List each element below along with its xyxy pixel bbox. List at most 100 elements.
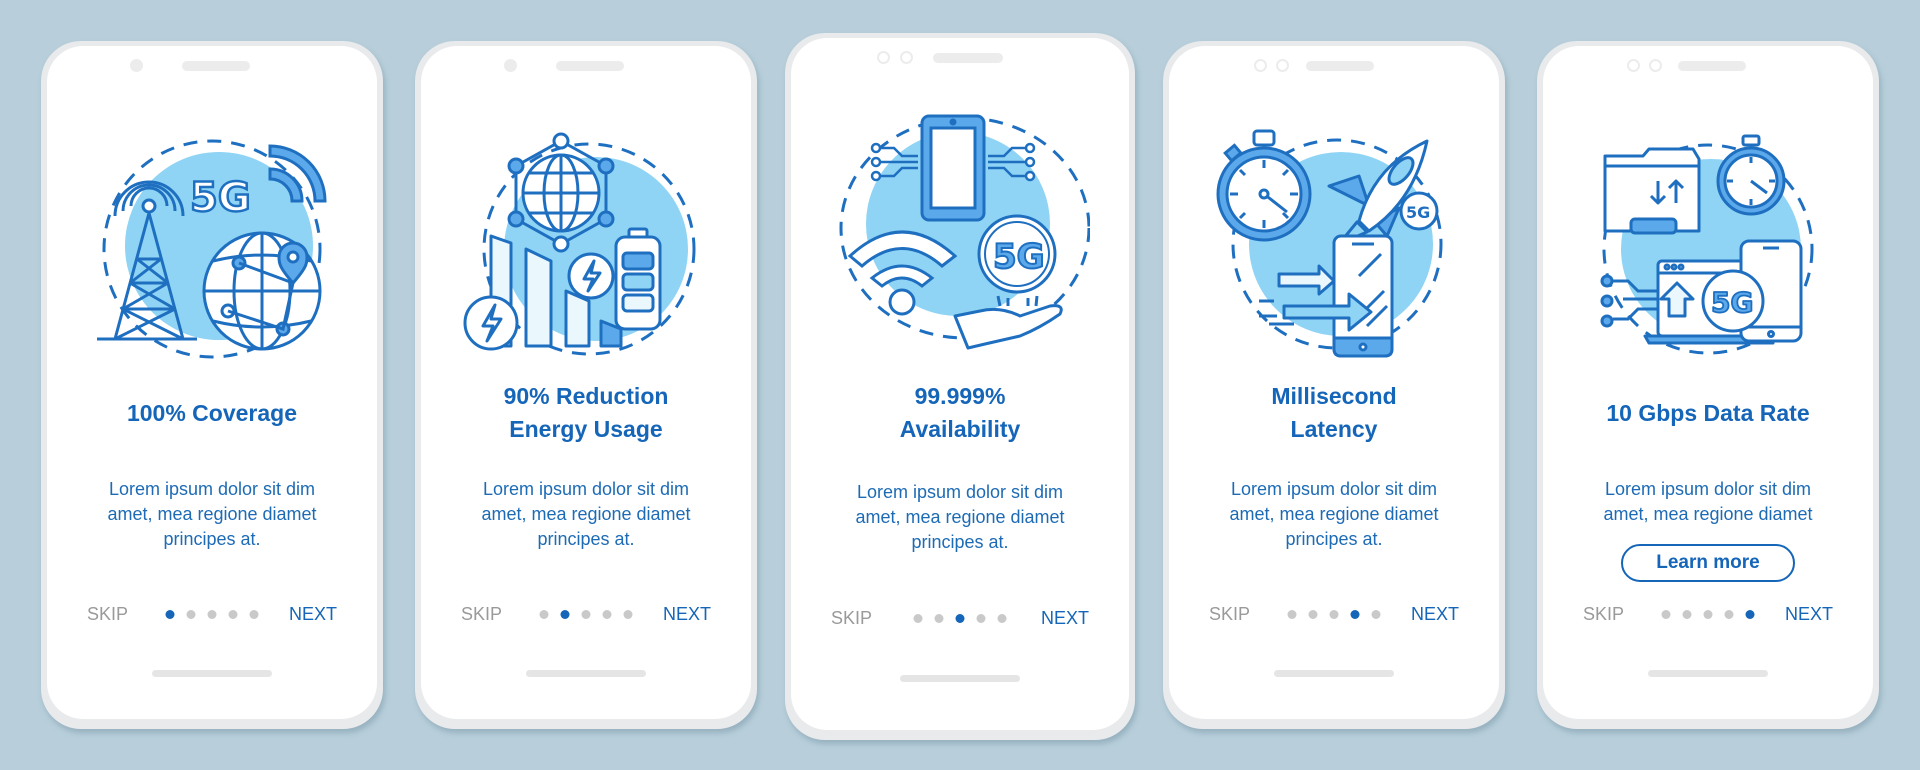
- home-indicator[interactable]: [526, 670, 646, 677]
- page-dot-4[interactable]: [1350, 610, 1360, 619]
- availability-5g-icon: 5G: [839, 114, 1090, 350]
- page-indicator: [539, 610, 633, 619]
- data-rate-transfer-icon: 5G: [1600, 134, 1814, 355]
- next-button[interactable]: NEXT: [1411, 602, 1459, 626]
- screen-title: 100% Coverage: [47, 397, 377, 430]
- battery-icon: [614, 227, 662, 331]
- camera-icon: [877, 51, 890, 64]
- 5g-badge-icon: 5G: [1399, 191, 1439, 231]
- 5g-text: 5G: [993, 237, 1045, 277]
- skip-button[interactable]: SKIP: [1209, 602, 1250, 626]
- description-line: amet, mea regione diamet: [855, 507, 1065, 527]
- description-line: Lorem ipsum dolor sit dim: [482, 479, 690, 499]
- page-dot-2[interactable]: [1682, 610, 1692, 619]
- page-dot-1[interactable]: [1661, 610, 1671, 619]
- skip-button[interactable]: SKIP: [831, 606, 872, 630]
- next-button[interactable]: NEXT: [1785, 602, 1833, 626]
- 5g-badge-icon: 5G: [977, 214, 1057, 294]
- page-dot-5[interactable]: [249, 610, 259, 619]
- page-dot-4[interactable]: [602, 610, 612, 619]
- 5g-text: 5G: [1406, 203, 1430, 222]
- skip-button[interactable]: SKIP: [87, 602, 128, 626]
- onboarding-nav: SKIP NEXT: [47, 602, 377, 626]
- 5g-text: 5G: [1711, 286, 1753, 319]
- description-line: amet, mea regione diamet: [1229, 504, 1439, 524]
- latency-stopwatch-rocket-icon: 5G: [1216, 129, 1443, 358]
- page-dot-4[interactable]: [1724, 610, 1734, 619]
- page-dot-2[interactable]: [1308, 610, 1318, 619]
- home-indicator[interactable]: [1274, 670, 1394, 677]
- page-dot-5[interactable]: [1371, 610, 1381, 619]
- page-dot-5[interactable]: [623, 610, 633, 619]
- skip-button[interactable]: SKIP: [461, 602, 502, 626]
- title-line: 90% Reduction: [503, 383, 669, 409]
- speaker-grille: [1306, 61, 1374, 71]
- page-dot-3[interactable]: [955, 614, 965, 623]
- learn-more-button[interactable]: Learn more: [1621, 544, 1795, 582]
- page-dot-1[interactable]: [913, 614, 923, 623]
- phone-screen: 5G 10 Gbps Data Rate Lorem ipsum dolor s…: [1543, 46, 1873, 719]
- sensor-icon: [1276, 59, 1289, 72]
- title-line: Latency: [1290, 416, 1378, 442]
- onboarding-nav: SKIP NEXT: [791, 606, 1129, 630]
- title-line: 99.999%: [914, 383, 1006, 409]
- page-dot-5[interactable]: [997, 614, 1007, 623]
- description-line: amet, mea regione diamet: [107, 504, 317, 524]
- sensor-icon: [1649, 59, 1662, 72]
- screen-title: Millisecond Latency: [1169, 380, 1499, 446]
- page-indicator: [913, 614, 1007, 623]
- next-button[interactable]: NEXT: [1041, 606, 1089, 630]
- onboarding-screen-3: 5G 99.999% Availability Lorem ipsum dolo…: [785, 33, 1135, 740]
- title-line: 10 Gbps Data Rate: [1606, 400, 1810, 426]
- page-dot-4[interactable]: [228, 610, 238, 619]
- home-indicator[interactable]: [1648, 670, 1768, 677]
- onboarding-screen-2: 90% Reduction Energy Usage Lorem ipsum d…: [415, 41, 757, 729]
- home-indicator[interactable]: [152, 670, 272, 677]
- page-dot-3[interactable]: [1329, 610, 1339, 619]
- page-indicator: [165, 610, 259, 619]
- description-line: Lorem ipsum dolor sit dim: [1604, 479, 1812, 499]
- page-dot-3[interactable]: [207, 610, 217, 619]
- phone-screen: 5G 100% Coverage Lorem ipsum dolor sit d…: [47, 46, 377, 719]
- page-dot-3[interactable]: [1703, 610, 1713, 619]
- next-button[interactable]: NEXT: [289, 602, 337, 626]
- page-indicator: [1661, 610, 1755, 619]
- speaker-grille: [182, 61, 250, 71]
- description-line: principes at.: [1285, 529, 1383, 549]
- home-indicator[interactable]: [900, 675, 1020, 682]
- skip-button[interactable]: SKIP: [1583, 602, 1624, 626]
- camera-icon: [504, 59, 517, 72]
- energy-reduction-icon: [463, 132, 696, 356]
- page-dot-1[interactable]: [1287, 610, 1297, 619]
- speaker-grille: [1678, 61, 1746, 71]
- title-line: Availability: [899, 416, 1021, 442]
- screen-description: Lorem ipsum dolor sit dim amet, mea regi…: [1169, 477, 1499, 552]
- onboarding-nav: SKIP NEXT: [421, 602, 751, 626]
- page-dot-2[interactable]: [560, 610, 570, 619]
- description-line: principes at.: [163, 529, 261, 549]
- speaker-grille: [933, 53, 1003, 63]
- stopwatch-icon: [1216, 129, 1312, 242]
- page-dot-3[interactable]: [581, 610, 591, 619]
- page-dot-1[interactable]: [165, 610, 175, 619]
- title-line: Energy Usage: [509, 416, 663, 442]
- screen-description: Lorem ipsum dolor sit dim amet, mea regi…: [791, 480, 1129, 555]
- title-line: Millisecond: [1271, 383, 1397, 409]
- 5g-label-icon: 5G: [190, 175, 251, 221]
- description-line: Lorem ipsum dolor sit dim: [1230, 479, 1438, 499]
- page-dot-5[interactable]: [1745, 610, 1755, 619]
- next-button[interactable]: NEXT: [663, 602, 711, 626]
- globe-icon: [202, 231, 322, 351]
- onboarding-screen-1: 5G 100% Coverage Lorem ipsum dolor sit d…: [41, 41, 383, 729]
- sensor-icon: [900, 51, 913, 64]
- screen-title: 10 Gbps Data Rate: [1543, 397, 1873, 430]
- speaker-grille: [556, 61, 624, 71]
- page-dot-1[interactable]: [539, 610, 549, 619]
- page-dot-2[interactable]: [934, 614, 944, 623]
- description-line: amet, mea regione diamet: [1603, 504, 1813, 524]
- page-dot-2[interactable]: [186, 610, 196, 619]
- screen-title: 99.999% Availability: [791, 380, 1129, 446]
- camera-icon: [1627, 59, 1640, 72]
- page-dot-4[interactable]: [976, 614, 986, 623]
- phone-screen: 5G Millisecond Latency Lorem ipsum dolor…: [1169, 46, 1499, 719]
